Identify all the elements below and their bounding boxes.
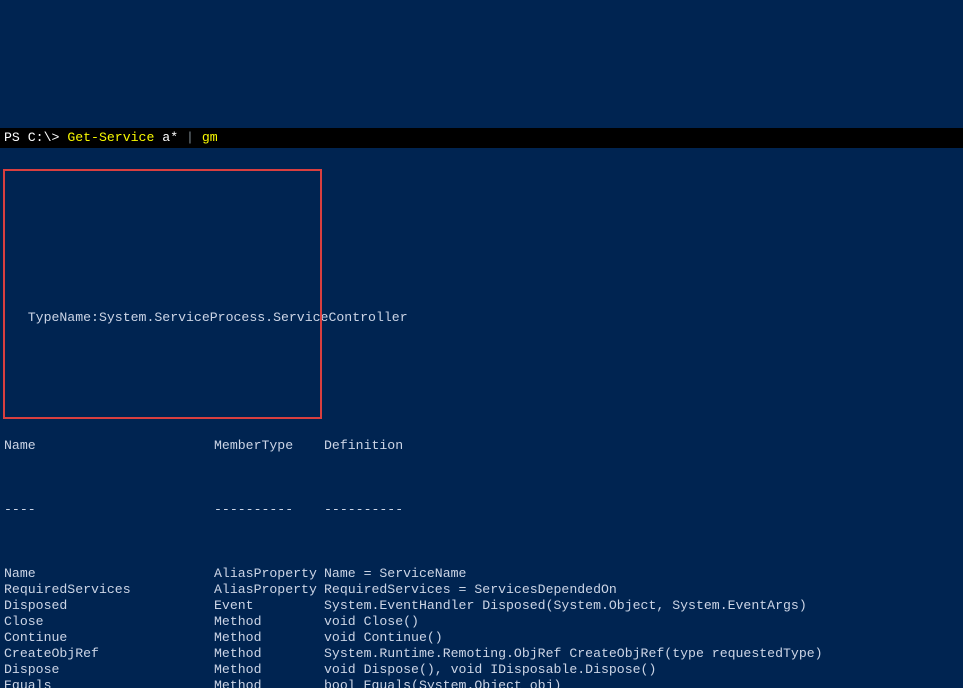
member-definition: System.EventHandler Disposed(System.Obje… [324,598,959,614]
divider-row: ------------------------ [0,502,963,518]
member-definition: void Dispose(), void IDisposable.Dispose… [324,662,959,678]
member-name: CreateObjRef [4,646,214,662]
divider-membertype: ---------- [214,502,324,518]
rows-container: NameAliasPropertyName = ServiceNameRequi… [0,566,963,688]
member-definition: bool Equals(System.Object obj) [324,678,959,688]
typename-line: TypeName:System.ServiceProcess.ServiceCo… [0,310,963,326]
member-name: Close [4,614,214,630]
header-name: Name [4,438,214,454]
prompt-line: PS C:\> Get-Service a* | gm [0,128,963,148]
member-row: RequiredServicesAliasPropertyRequiredSer… [0,582,963,598]
member-definition: RequiredServices = ServicesDependedOn [324,582,959,598]
blank-line [0,244,963,260]
divider-definition: ---------- [324,502,959,518]
member-name: Equals [4,678,214,688]
member-name: Continue [4,630,214,646]
member-row: DisposeMethodvoid Dispose(), void IDispo… [0,662,963,678]
member-definition: Name = ServiceName [324,566,959,582]
command-get-service: Get-Service [67,130,154,145]
member-row: NameAliasPropertyName = ServiceName [0,566,963,582]
member-definition: void Close() [324,614,959,630]
header-definition: Definition [324,438,959,454]
terminal-output[interactable]: PS C:\> Get-Service a* | gm TypeName:Sys… [0,80,963,688]
header-membertype: MemberType [214,438,324,454]
member-name: Dispose [4,662,214,678]
member-type: Method [214,678,324,688]
command-arg: a* [154,130,186,145]
divider-name: ---- [4,502,214,518]
header-row: NameMemberTypeDefinition [0,438,963,454]
member-type: Method [214,662,324,678]
member-type: Method [214,630,324,646]
member-type: Method [214,646,324,662]
member-type: Method [214,614,324,630]
member-type: AliasProperty [214,566,324,582]
prompt-prefix: PS C:\> [4,130,67,145]
member-row: CreateObjRefMethodSystem.Runtime.Remotin… [0,646,963,662]
member-type: AliasProperty [214,582,324,598]
member-row: EqualsMethodbool Equals(System.Object ob… [0,678,963,688]
member-row: CloseMethodvoid Close() [0,614,963,630]
member-name: Name [4,566,214,582]
member-name: RequiredServices [4,582,214,598]
blank-line [0,196,963,212]
member-definition: System.Runtime.Remoting.ObjRef CreateObj… [324,646,959,662]
command-gm: gm [194,130,218,145]
member-row: DisposedEventSystem.EventHandler Dispose… [0,598,963,614]
member-type: Event [214,598,324,614]
blank-line [0,374,963,390]
member-definition: void Continue() [324,630,959,646]
member-name: Disposed [4,598,214,614]
member-row: ContinueMethodvoid Continue() [0,630,963,646]
pipe-symbol: | [186,130,194,145]
